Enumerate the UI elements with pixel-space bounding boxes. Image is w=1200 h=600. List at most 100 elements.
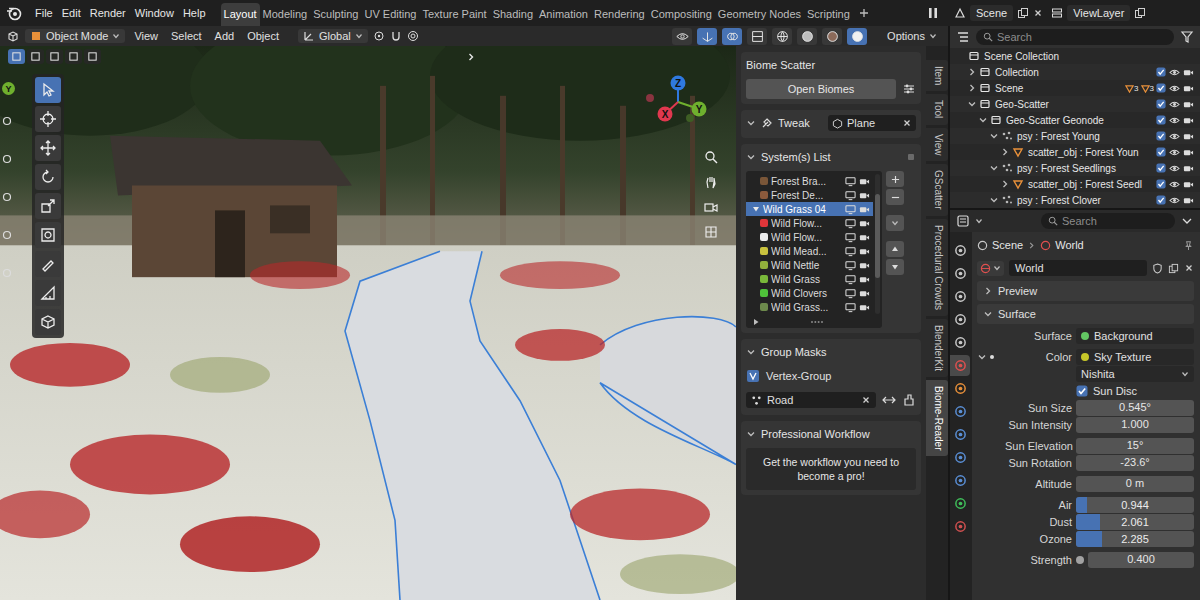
sidebar-tab[interactable]: Biome-Reader (926, 380, 948, 456)
fake-user-shield-icon[interactable] (1152, 263, 1163, 274)
breadcrumb-item[interactable]: Scene (992, 239, 1023, 251)
move-up-button[interactable] (886, 241, 904, 257)
eye-icon[interactable] (1169, 147, 1180, 158)
properties-editor-icon[interactable] (956, 214, 970, 228)
tool-button[interactable] (35, 164, 61, 190)
monitor-icon[interactable] (845, 288, 856, 299)
open-biomes-button[interactable]: Open Biomes (746, 79, 896, 99)
camera-icon[interactable] (859, 218, 870, 229)
remove-system-button[interactable] (886, 189, 904, 205)
eye-icon[interactable] (1169, 163, 1180, 174)
monitor-icon[interactable] (845, 232, 856, 243)
number-field[interactable]: 1.000 (1076, 417, 1194, 433)
view-layer-selector[interactable]: ViewLayer (1051, 5, 1146, 21)
properties-tab[interactable] (950, 355, 970, 376)
settings-list-icon[interactable] (902, 82, 916, 96)
options-dropdown[interactable]: Options (882, 29, 942, 43)
eye-icon[interactable] (1169, 99, 1180, 110)
camera-icon[interactable] (1183, 67, 1194, 78)
dropdown-caret-icon[interactable] (993, 264, 1001, 272)
monitor-icon[interactable] (845, 260, 856, 271)
panel-header[interactable]: Surface (977, 304, 1194, 324)
outliner-row[interactable]: Scene 3 3 (950, 80, 1200, 96)
display-toggle[interactable] (672, 28, 692, 45)
sky-type-dropdown[interactable]: Nishita (1076, 366, 1194, 382)
system-row[interactable]: Wild Grass 04 (746, 202, 873, 216)
select-mode-button[interactable] (27, 49, 44, 64)
target-object-field[interactable]: Plane (828, 115, 916, 131)
display-toggle[interactable] (747, 28, 767, 45)
camera-icon[interactable] (1183, 147, 1194, 158)
eye-icon[interactable] (1169, 83, 1180, 94)
display-toggle[interactable] (772, 28, 792, 45)
dropdown-caret-icon[interactable] (929, 32, 937, 40)
workspace-tab[interactable]: Geometry Nodes (715, 3, 804, 26)
properties-tab[interactable] (950, 263, 970, 284)
camera-icon[interactable] (1183, 131, 1194, 142)
properties-tab[interactable] (950, 240, 970, 261)
select-mode-button[interactable] (46, 49, 63, 64)
collapse-chevron-icon[interactable] (466, 52, 476, 62)
chevron-icon[interactable] (967, 83, 977, 93)
outliner-row[interactable]: psy : Forest Seedlings (950, 160, 1200, 176)
sidebar-tab[interactable]: View (926, 128, 948, 162)
chevron-icon[interactable] (746, 152, 756, 162)
filter-toggle-icon[interactable] (752, 318, 760, 326)
chevron-icon[interactable] (978, 115, 988, 125)
camera-icon[interactable] (859, 176, 870, 187)
viewport-menu[interactable]: Select (167, 30, 206, 42)
pause-icon[interactable] (926, 6, 940, 20)
workspace-tab[interactable]: Texture Paint (419, 3, 489, 26)
monitor-icon[interactable] (845, 246, 856, 257)
outliner-row[interactable]: Collection (950, 64, 1200, 80)
properties-tab[interactable] (950, 516, 970, 537)
world-browse-button[interactable] (977, 261, 1004, 276)
menu-item[interactable]: File (31, 4, 57, 22)
workspace-tab[interactable]: Modeling (260, 3, 311, 26)
tool-button[interactable] (35, 106, 61, 132)
chevron-icon[interactable] (983, 286, 993, 296)
outliner-search[interactable]: Search (976, 29, 1174, 45)
panel-header[interactable]: Preview (977, 281, 1194, 301)
sidebar-tab[interactable]: Tool (926, 94, 948, 124)
tool-button[interactable] (35, 77, 61, 103)
clear-icon[interactable] (861, 395, 871, 405)
select-mode-button[interactable] (65, 49, 82, 64)
menu-item[interactable]: Help (179, 4, 210, 22)
chevron-icon[interactable] (989, 195, 999, 205)
outliner-row[interactable]: Geo-Scatter Geonode (950, 112, 1200, 128)
number-field[interactable]: 0.400 (1088, 552, 1194, 568)
scene-selector[interactable]: Scene (954, 5, 1043, 21)
outliner-row[interactable]: Scene Collection (950, 48, 1200, 64)
checkbox[interactable] (1156, 99, 1166, 109)
orientation-dropdown[interactable]: Global (298, 29, 368, 43)
panel-header[interactable]: Professional Workflow (746, 424, 916, 444)
nav-icon[interactable] (2, 268, 12, 278)
chevron-icon[interactable] (989, 163, 999, 173)
blender-logo-icon[interactable] (6, 5, 22, 21)
chevron-icon[interactable] (977, 352, 987, 362)
editor-type-icon[interactable] (6, 29, 20, 43)
zoom-icon[interactable] (704, 150, 718, 164)
camera-icon[interactable] (859, 246, 870, 257)
vertex-group-field[interactable]: Road (746, 392, 876, 408)
nav-icon[interactable] (2, 230, 12, 240)
system-row[interactable]: Wild Clovers (746, 286, 873, 300)
monitor-icon[interactable] (845, 190, 856, 201)
checkbox[interactable] (1156, 195, 1166, 205)
properties-tab[interactable] (950, 309, 970, 330)
snap-icon[interactable] (390, 30, 402, 42)
camera-icon[interactable] (1183, 99, 1194, 110)
chevron-icon[interactable] (746, 347, 756, 357)
viewport-render[interactable] (0, 46, 736, 600)
number-field[interactable]: 15° (1076, 438, 1194, 454)
properties-tab[interactable] (950, 378, 970, 399)
system-row[interactable]: Wild Mead... (746, 244, 873, 258)
properties-tab[interactable] (950, 424, 970, 445)
move-down-button[interactable] (886, 259, 904, 275)
tool-button[interactable] (35, 193, 61, 219)
dropdown-caret-icon[interactable] (1181, 370, 1189, 378)
checkbox[interactable] (1156, 83, 1166, 93)
workspace-tab[interactable]: Compositing (648, 3, 715, 26)
tool-button[interactable] (35, 222, 61, 248)
